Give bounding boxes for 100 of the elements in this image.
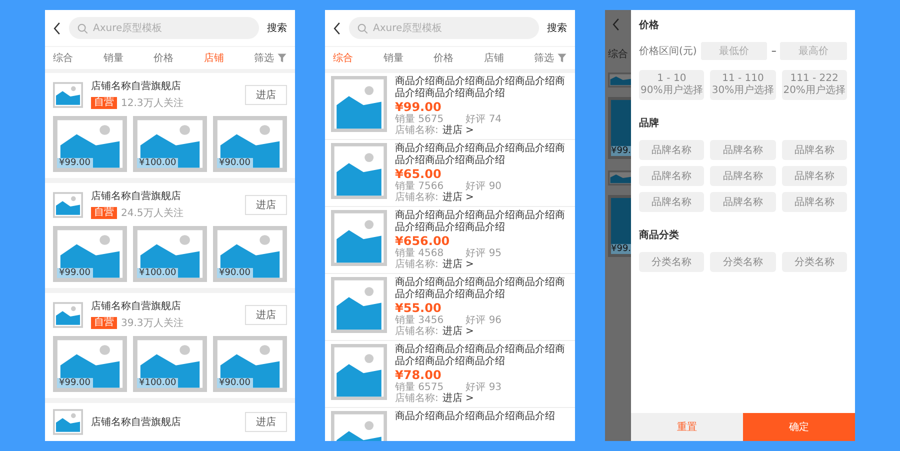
store-name: 店铺名称自营旗舰店 <box>91 80 182 93</box>
search-icon <box>77 22 88 34</box>
enter-store-button[interactable]: 进店 <box>245 84 287 104</box>
filter-icon[interactable] <box>557 53 567 63</box>
price-range-option[interactable]: 1 - 10 90%用户选择 <box>639 70 704 100</box>
category-option[interactable]: 分类名称 <box>782 252 847 272</box>
product-price: ¥55.00 <box>395 301 442 315</box>
product-image-placeholder[interactable] <box>53 116 127 172</box>
brand-option[interactable]: 品牌名称 <box>710 140 776 160</box>
product-image-placeholder[interactable] <box>53 226 127 282</box>
search-button[interactable]: 搜索 <box>547 21 567 35</box>
sales-count: 销量 3456 <box>395 315 444 326</box>
product-image-placeholder <box>331 344 387 400</box>
product-description: 商品介绍商品介绍商品介绍商品介绍商品介绍商品介绍商品介绍 <box>395 344 566 368</box>
product-image-placeholder[interactable] <box>133 116 207 172</box>
section-title: 价格 <box>639 18 660 32</box>
product-image-placeholder[interactable] <box>133 336 207 392</box>
brand-option[interactable]: 品牌名称 <box>782 140 847 160</box>
product-price: ¥65.00 <box>395 167 442 181</box>
enter-store-link[interactable]: 进店 > <box>442 326 474 337</box>
store-name: 店铺名称自营旗舰店 <box>91 416 182 429</box>
section-title: 品牌 <box>639 116 660 130</box>
reset-button[interactable]: 重置 <box>631 413 743 441</box>
price-label: ¥99.00 <box>57 158 92 168</box>
product-description: 商品介绍商品介绍商品介绍商品介绍 <box>395 411 556 423</box>
shop-name-label: 店铺名称: <box>395 125 438 136</box>
sort-tab[interactable]: 价格 <box>154 51 174 65</box>
enter-store-link[interactable]: 进店 > <box>442 393 474 404</box>
brand-option[interactable]: 品牌名称 <box>710 166 776 186</box>
confirm-button[interactable]: 确定 <box>743 413 855 441</box>
brand-option[interactable]: 品牌名称 <box>782 166 847 186</box>
product-description: 商品介绍商品介绍商品介绍商品介绍商品介绍商品介绍商品介绍 <box>395 76 566 100</box>
sort-tab[interactable]: 销量 <box>383 51 404 65</box>
shop-name-label: 店铺名称: <box>395 192 438 203</box>
follower-count: 12.3万人关注 <box>121 96 184 110</box>
product-image-placeholder <box>331 76 387 132</box>
product-price: ¥78.00 <box>395 368 442 382</box>
filter-tab[interactable]: 筛选 <box>534 51 554 65</box>
sales-count: 销量 5675 <box>395 114 444 125</box>
sort-tab[interactable]: 销量 <box>103 51 124 65</box>
enter-store-link[interactable]: 进店 > <box>442 125 474 136</box>
price-label: ¥99.00 <box>57 378 92 388</box>
sort-tab[interactable]: 价格 <box>434 51 454 65</box>
price-label: ¥99.00 <box>57 268 92 278</box>
range-dash: – <box>771 46 776 56</box>
sort-tab[interactable]: 综合 <box>53 51 73 65</box>
product-description: 商品介绍商品介绍商品介绍商品介绍商品介绍商品介绍商品介绍 <box>395 210 566 234</box>
product-image-placeholder[interactable] <box>213 116 287 172</box>
store-name: 店铺名称自营旗舰店 <box>91 300 182 313</box>
filter-tab[interactable]: 筛选 <box>254 51 274 65</box>
product-image-placeholder[interactable] <box>213 336 287 392</box>
price-range-option[interactable]: 11 - 110 30%用户选择 <box>710 70 776 100</box>
enter-store-link[interactable]: 进店 > <box>442 192 474 203</box>
product-description: 商品介绍商品介绍商品介绍商品介绍商品介绍商品介绍商品介绍 <box>395 277 566 301</box>
category-option[interactable]: 分类名称 <box>639 252 704 272</box>
enter-store-button[interactable]: 进店 <box>245 412 287 432</box>
product-image-placeholder[interactable] <box>133 226 207 282</box>
price-label: ¥99. <box>611 146 631 156</box>
product-image-placeholder <box>331 210 387 266</box>
filter-icon[interactable] <box>277 53 287 63</box>
price-label: ¥100.00 <box>137 378 178 388</box>
product-row[interactable]: 商品介绍商品介绍商品介绍商品介绍商品介绍商品介绍商品介绍 ¥78.00 销量 6575 好评 93 店铺名称: 进店 > <box>325 341 575 408</box>
brand-option[interactable]: 品牌名称 <box>782 192 847 212</box>
store-logo-placeholder <box>53 192 83 218</box>
product-row[interactable]: 商品介绍商品介绍商品介绍商品介绍 <box>325 408 575 441</box>
sort-tab[interactable]: 综合 <box>333 51 353 65</box>
enter-store-button[interactable]: 进店 <box>245 194 287 214</box>
follower-count: 39.3万人关注 <box>121 316 184 330</box>
store-logo-placeholder <box>53 409 83 435</box>
sort-tab[interactable]: 店铺 <box>204 51 224 65</box>
sales-count: 销量 7566 <box>395 181 444 192</box>
brand-option[interactable]: 品牌名称 <box>639 192 704 212</box>
product-row[interactable]: 商品介绍商品介绍商品介绍商品介绍商品介绍商品介绍商品介绍 ¥99.00 销量 5675 好评 74 店铺名称: 进店 > <box>325 73 575 140</box>
sort-tab[interactable]: 店铺 <box>484 51 504 65</box>
sales-count: 销量 4568 <box>395 248 444 259</box>
price-label: ¥99. <box>611 244 631 254</box>
price-label: ¥90.00 <box>217 268 252 278</box>
product-row[interactable]: 商品介绍商品介绍商品介绍商品介绍商品介绍商品介绍商品介绍 ¥65.00 销量 7566 好评 90 店铺名称: 进店 > <box>325 140 575 207</box>
brand-option[interactable]: 品牌名称 <box>710 192 776 212</box>
shop-name-label: 店铺名称: <box>395 393 438 404</box>
tab-label: 综合 <box>608 48 628 61</box>
back-icon[interactable] <box>53 22 61 34</box>
product-description: 商品介绍商品介绍商品介绍商品介绍商品介绍商品介绍商品介绍 <box>395 143 566 167</box>
product-price: ¥656.00 <box>395 234 451 248</box>
product-row[interactable]: 商品介绍商品介绍商品介绍商品介绍商品介绍商品介绍商品介绍 ¥656.00 销量 4568 好评 95 店铺名称: 进店 > <box>325 207 575 274</box>
brand-option[interactable]: 品牌名称 <box>639 140 704 160</box>
brand-option[interactable]: 品牌名称 <box>639 166 704 186</box>
enter-store-link[interactable]: 进店 > <box>442 259 474 270</box>
price-range-label: 价格区间(元) <box>639 44 697 58</box>
category-option[interactable]: 分类名称 <box>710 252 776 272</box>
back-icon[interactable] <box>333 22 341 34</box>
product-image-placeholder[interactable] <box>53 336 127 392</box>
enter-store-button[interactable]: 进店 <box>245 304 287 324</box>
price-label: ¥100.00 <box>137 158 178 168</box>
product-image-placeholder[interactable] <box>213 226 287 282</box>
price-range-option[interactable]: 111 - 222 20%用户选择 <box>782 70 847 100</box>
follower-count: 24.5万人关注 <box>121 206 184 220</box>
rating-count: 好评 96 <box>466 315 502 326</box>
search-button[interactable]: 搜索 <box>267 21 287 35</box>
product-row[interactable]: 商品介绍商品介绍商品介绍商品介绍商品介绍商品介绍商品介绍 ¥55.00 销量 3456 好评 96 店铺名称: 进店 > <box>325 274 575 341</box>
